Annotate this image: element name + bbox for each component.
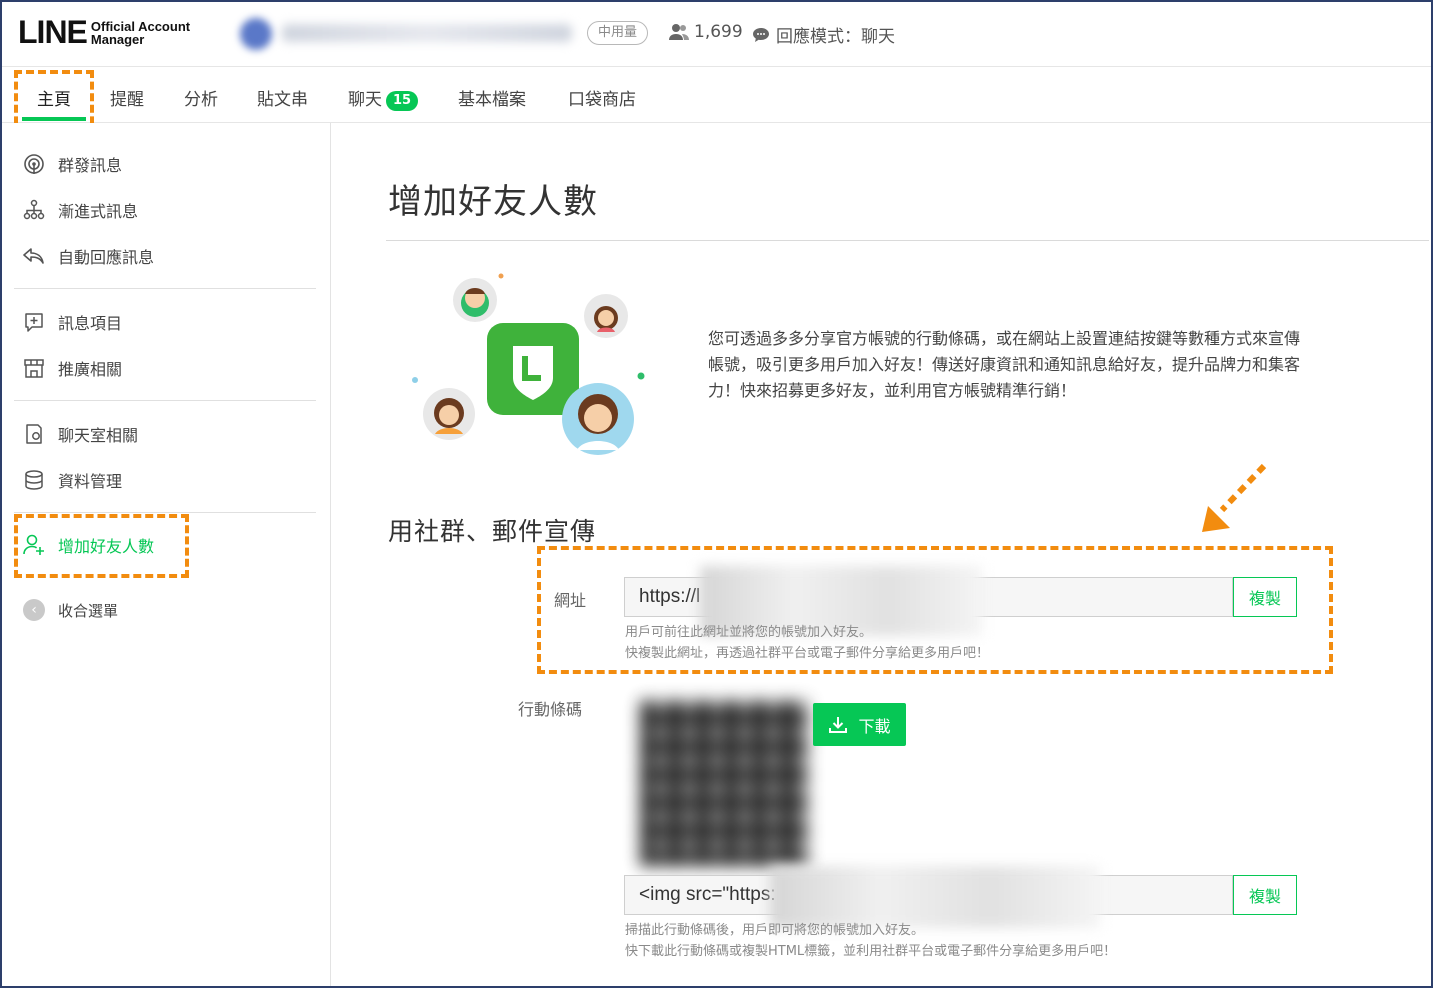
tab-analytics[interactable]: 分析 (184, 85, 218, 110)
sidebar-item-label: 自動回應訊息 (58, 248, 155, 267)
url-hint-line-2: 快複製此網址，再透過社群平台或電子郵件分享給更多用戶吧！ (625, 646, 990, 661)
tab-profile[interactable]: 基本檔案 (458, 85, 526, 110)
qr-hint-line-1: 掃描此行動條碼後，用戶即可將您的帳號加入好友。 (625, 923, 925, 938)
tab-timeline[interactable]: 貼文串 (257, 85, 308, 110)
sidebar-item-data-management[interactable]: 資料管理 (22, 465, 122, 495)
add-friends-highlight (14, 514, 189, 578)
account-name-redacted[interactable] (282, 24, 572, 42)
reply-icon (22, 244, 46, 268)
add-friends-illustration (412, 273, 645, 455)
logo-subtitle-line-2: Manager (90, 31, 145, 47)
title-divider (386, 240, 1429, 241)
database-icon (22, 468, 46, 492)
hierarchy-icon (22, 198, 46, 222)
shop-icon (22, 356, 46, 380)
sidebar-item-label: 資料管理 (58, 472, 123, 491)
sidebar-item-broadcast[interactable]: 群發訊息 (22, 149, 122, 179)
collapse-icon: ‹ (22, 598, 46, 622)
sidebar-item-promotion[interactable]: 推廣相關 (22, 353, 122, 383)
html-tag-redaction (770, 866, 1100, 928)
sidebar-item-label: 訊息項目 (58, 314, 123, 333)
account-avatar[interactable] (240, 18, 272, 50)
add-box-icon (22, 310, 46, 334)
copy-url-button[interactable]: 複製 (1233, 577, 1297, 617)
qr-code-image (640, 700, 808, 866)
intro-description: 您可透過多多分享官方帳號的行動條碼，或在網站上設置連結按鍵等數種方式來宣傳帳號，… (708, 329, 1301, 400)
html-tag-field-value: <img src="https: (639, 884, 776, 905)
sidebar-divider (14, 288, 316, 289)
response-mode-label: 回應模式：聊天 (776, 27, 895, 47)
plan-badge: 中用量 (587, 21, 649, 45)
annotation-arrow-icon (1202, 463, 1267, 532)
copy-html-button[interactable]: 複製 (1233, 875, 1297, 915)
sidebar-item-chat-settings[interactable]: 聊天室相關 (22, 419, 138, 449)
section-title: 用社群、郵件宣傳 (388, 517, 597, 546)
download-label: 下載 (858, 716, 891, 736)
sidebar-divider (14, 400, 316, 401)
sidebar-divider (14, 512, 316, 513)
page-title: 增加好友人數 (388, 182, 598, 222)
friend-count-value: 1,699 (694, 22, 743, 42)
top-header: LINE Official Account Manager 中用量 1,699 … (2, 2, 1431, 67)
main-nav-tabs: 主頁 提醒 分析 貼文串 聊天 15 基本檔案 口袋商店 (2, 67, 1431, 123)
response-mode[interactable]: 回應模式：聊天 (752, 22, 895, 47)
line-oa-logo[interactable]: LINE Official Account Manager (18, 14, 190, 51)
url-label: 網址 (554, 591, 587, 610)
friend-count: 1,699 (668, 22, 743, 42)
tab-chat[interactable]: 聊天 15 (348, 85, 419, 111)
unread-badge: 15 (386, 91, 419, 111)
tab-shop[interactable]: 口袋商店 (568, 85, 636, 110)
friends-icon (669, 24, 689, 40)
sidebar-item-label: 聊天室相關 (58, 426, 139, 445)
tab-chat-label: 聊天 (348, 90, 382, 110)
sidebar-item-label: 群發訊息 (58, 156, 123, 175)
sidebar-collapse-toggle[interactable]: ‹ 收合選單 (22, 595, 118, 625)
qr-hint-line-2: 快下載此行動條碼或複製HTML標籤，並利用社群平台或電子郵件分享給更多用戶吧！ (625, 944, 1117, 959)
chat-bubble-icon (753, 27, 769, 42)
sidebar-item-step-messages[interactable]: 漸進式訊息 (22, 195, 138, 225)
sidebar-item-label: 收合選單 (58, 601, 119, 620)
logo-wordmark: LINE (18, 14, 88, 50)
tab-reminders[interactable]: 提醒 (110, 85, 144, 110)
broadcast-icon (22, 152, 46, 176)
sidebar-item-label: 漸進式訊息 (58, 202, 139, 221)
download-icon (829, 716, 848, 733)
sidebar-item-label: 推廣相關 (58, 360, 123, 379)
url-field-value: https://l (639, 586, 701, 607)
download-qr-button[interactable]: 下載 (813, 703, 906, 746)
logo-subtitle: Official Account Manager (91, 20, 190, 46)
url-hint-line-1: 用戶可前往此網址並將您的帳號加入好友。 (625, 625, 873, 640)
qr-code-label: 行動條碼 (518, 700, 583, 719)
sidebar-item-auto-reply[interactable]: 自動回應訊息 (22, 241, 154, 271)
sidebar-item-message-items[interactable]: 訊息項目 (22, 307, 122, 337)
chat-settings-icon (22, 422, 46, 446)
